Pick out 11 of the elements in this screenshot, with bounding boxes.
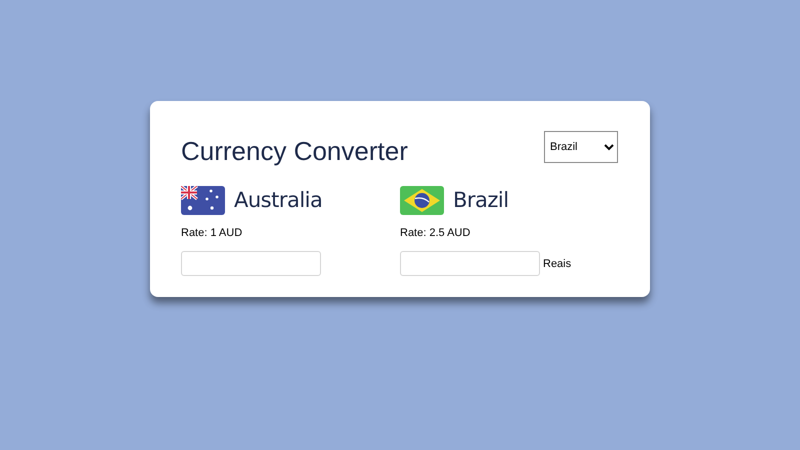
currency-select[interactable]: Brazil [544, 131, 618, 163]
flag-icon [181, 186, 225, 216]
country-name: Brazil [453, 187, 509, 214]
rate-label: Rate: 2.5 AUD [400, 226, 472, 240]
unit-label: Reais [543, 256, 572, 272]
country-name: Australia [234, 187, 322, 214]
rate-label: Rate: 1 AUD [181, 226, 244, 240]
card-title: Currency Converter [181, 135, 408, 168]
flag-icon [400, 186, 444, 216]
amount-field[interactable] [400, 251, 540, 276]
amount-field[interactable] [181, 251, 321, 276]
